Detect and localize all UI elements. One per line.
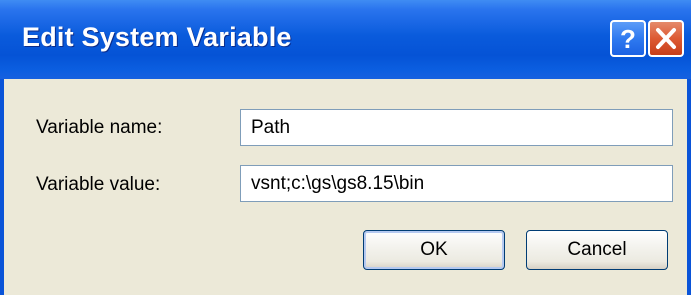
ok-button[interactable]: OK bbox=[363, 230, 505, 270]
svg-text:?: ? bbox=[620, 24, 636, 54]
dialog-title: Edit System Variable bbox=[22, 22, 292, 52]
title-bar[interactable]: Edit System Variable ? bbox=[0, 0, 691, 79]
close-button[interactable] bbox=[648, 20, 684, 57]
variable-name-label: Variable name: bbox=[36, 117, 163, 138]
window-right-border bbox=[687, 79, 691, 295]
help-button[interactable]: ? bbox=[610, 20, 646, 57]
cancel-button[interactable]: Cancel bbox=[526, 230, 668, 270]
window-left-border bbox=[0, 79, 4, 295]
variable-value-field[interactable]: vsnt;c:\gs\gs8.15\bin bbox=[240, 165, 673, 202]
variable-value-label: Variable value: bbox=[36, 174, 161, 195]
variable-name-field[interactable]: Path bbox=[240, 109, 673, 146]
help-icon: ? bbox=[620, 24, 636, 54]
close-icon bbox=[656, 28, 676, 49]
edit-system-variable-dialog: Edit System Variable ? Variable name: Pa… bbox=[0, 0, 691, 295]
